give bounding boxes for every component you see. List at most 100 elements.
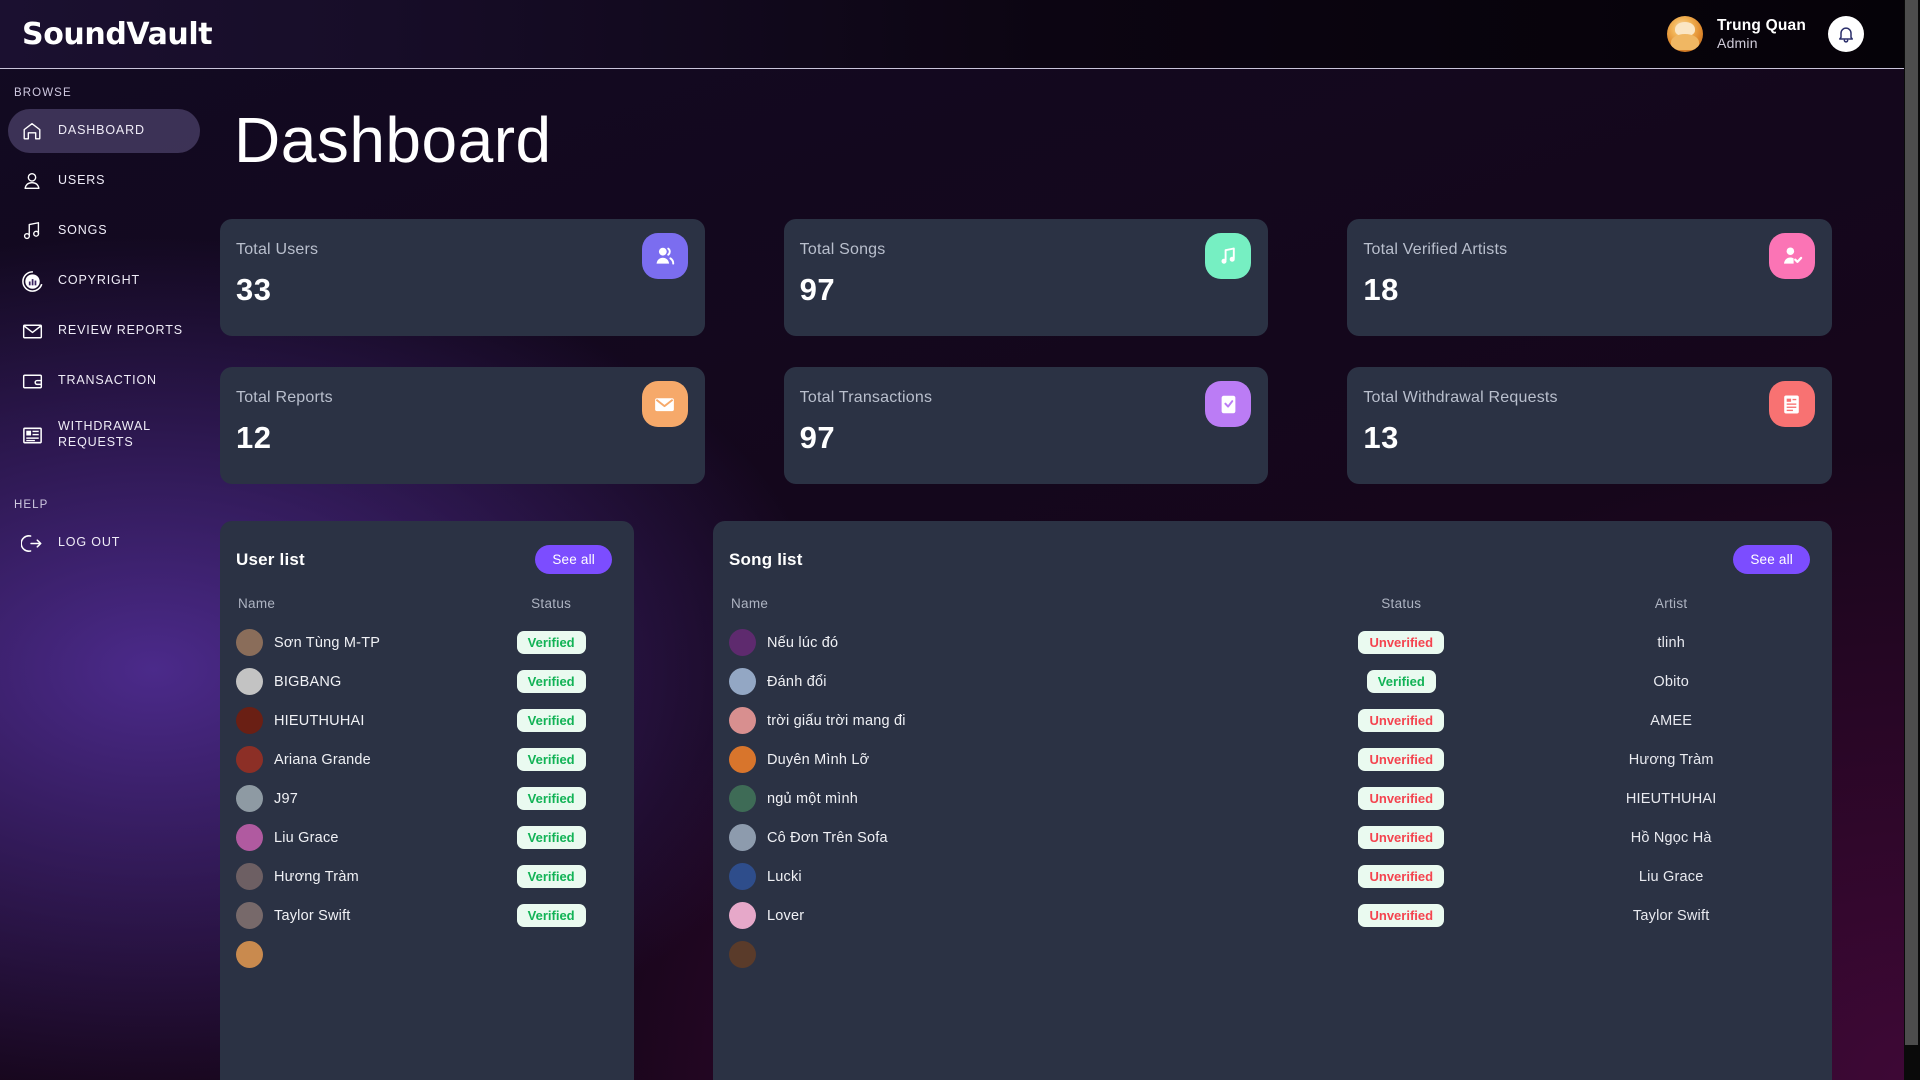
stat-label: Total Verified Artists bbox=[1363, 241, 1508, 258]
user-profile[interactable]: Trung Quan Admin bbox=[1667, 16, 1864, 52]
column-header-name: Name bbox=[731, 596, 769, 611]
song-cover bbox=[729, 746, 756, 773]
page-scrollbar-track[interactable] bbox=[1904, 0, 1920, 1080]
table-row[interactable]: Đánh đổi Verified Obito bbox=[729, 662, 1810, 701]
stat-card-total-songs[interactable]: Total Songs 97 bbox=[783, 219, 1269, 336]
song-list-see-all-button[interactable]: See all bbox=[1733, 545, 1810, 574]
column-header-status: Status bbox=[531, 596, 572, 611]
stat-label: Total Withdrawal Requests bbox=[1363, 389, 1558, 406]
profile-role: Admin bbox=[1717, 34, 1758, 51]
page-scrollbar-thumb[interactable] bbox=[1905, 0, 1918, 1045]
user-status-cell: Verified bbox=[490, 857, 612, 896]
avatar bbox=[236, 941, 263, 968]
notification-button[interactable] bbox=[1828, 16, 1864, 52]
table-row[interactable] bbox=[729, 935, 1810, 974]
user-list-see-all-button[interactable]: See all bbox=[535, 545, 612, 574]
sidebar-item-review-reports[interactable]: REVIEW REPORTS bbox=[8, 309, 200, 353]
wallet-icon bbox=[20, 369, 44, 393]
status-badge: Verified bbox=[516, 670, 586, 693]
table-row[interactable]: Lucki Unverified Liu Grace bbox=[729, 857, 1810, 896]
stat-card-total-users[interactable]: Total Users 33 bbox=[220, 219, 705, 336]
table-row[interactable]: Liu Grace Verified bbox=[236, 818, 612, 857]
sidebar-item-transaction[interactable]: TRANSACTION bbox=[8, 359, 200, 403]
status-badge: Verified bbox=[516, 631, 586, 654]
user-status-cell: Verified bbox=[490, 701, 612, 740]
user-name-cell: J97 bbox=[236, 779, 490, 818]
sidebar-item-log-out[interactable]: LOG OUT bbox=[8, 521, 200, 565]
table-row[interactable]: Lover Unverified Taylor Swift bbox=[729, 896, 1810, 935]
document-list-icon bbox=[20, 423, 44, 447]
song-cover bbox=[729, 707, 756, 734]
table-row[interactable]: Duyên Mình Lỡ Unverified Hương Tràm bbox=[729, 740, 1810, 779]
table-row[interactable]: Ariana Grande Verified bbox=[236, 740, 612, 779]
stat-value: 33 bbox=[236, 272, 272, 307]
song-cover bbox=[729, 824, 756, 851]
sidebar-item-label: WITHDRAWAL REQUESTS bbox=[58, 419, 151, 449]
sidebar-item-label: REVIEW REPORTS bbox=[58, 323, 183, 338]
table-row[interactable] bbox=[236, 935, 612, 974]
table-row[interactable]: BIGBANG Verified bbox=[236, 662, 612, 701]
table-row[interactable]: J97 Verified bbox=[236, 779, 612, 818]
avatar bbox=[236, 629, 263, 656]
sidebar-section-browse: BROWSE bbox=[14, 87, 72, 99]
song-list-panel: Song list See all Name Status Artist Nếu… bbox=[713, 521, 1832, 1080]
stat-value: 12 bbox=[236, 420, 272, 455]
song-cover bbox=[729, 863, 756, 890]
sidebar-item-users[interactable]: USERS bbox=[8, 159, 200, 203]
song-status-cell: Unverified bbox=[1270, 701, 1532, 740]
user-name-cell: Ariana Grande bbox=[236, 740, 490, 779]
table-row[interactable]: trời giấu trời mang đi Unverified AMEE bbox=[729, 701, 1810, 740]
song-name: Lucki bbox=[767, 868, 802, 885]
user-name: J97 bbox=[274, 790, 298, 807]
sidebar-item-songs[interactable]: SONGS bbox=[8, 209, 200, 253]
song-artist: tlinh bbox=[1657, 634, 1685, 651]
table-row[interactable]: HIEUTHUHAI Verified bbox=[236, 701, 612, 740]
song-artist: Hồ Ngọc Hà bbox=[1630, 829, 1712, 846]
avatar bbox=[236, 824, 263, 851]
main-content: Dashboard Total Users 33 Total Songs 97 bbox=[208, 69, 1904, 1080]
stat-card-total-withdrawal-requests[interactable]: Total Withdrawal Requests 13 bbox=[1347, 367, 1832, 484]
stat-card-total-reports[interactable]: Total Reports 12 bbox=[220, 367, 705, 484]
table-row[interactable]: Cô Đơn Trên Sofa Unverified Hồ Ngọc Hà bbox=[729, 818, 1810, 857]
user-status-cell: Verified bbox=[490, 623, 612, 662]
status-badge: Verified bbox=[516, 826, 586, 849]
music-note-icon bbox=[20, 219, 44, 243]
table-row[interactable]: Nếu lúc đó Unverified tlinh bbox=[729, 623, 1810, 662]
sidebar-item-dashboard[interactable]: DASHBOARD bbox=[8, 109, 200, 153]
table-row[interactable]: ngủ một mình Unverified HIEUTHUHAI bbox=[729, 779, 1810, 818]
song-name: Duyên Mình Lỡ bbox=[767, 751, 870, 768]
sidebar-nav: BROWSE DASHBOARD USERS SONGS COPYRIGHT R… bbox=[0, 69, 208, 1080]
user-status-cell bbox=[490, 935, 612, 974]
app-logo[interactable]: SoundVault bbox=[22, 17, 213, 52]
song-cover bbox=[729, 668, 756, 695]
song-list-table: Name Status Artist Nếu lúc đó Unverified t… bbox=[729, 596, 1810, 974]
column-header-artist: Artist bbox=[1654, 596, 1688, 611]
song-artist: Taylor Swift bbox=[1632, 907, 1710, 924]
column-header-status: Status bbox=[1381, 596, 1422, 611]
song-status-cell: Unverified bbox=[1270, 896, 1532, 935]
stat-card-total-transactions[interactable]: Total Transactions 97 bbox=[783, 367, 1269, 484]
song-status-cell bbox=[1270, 935, 1532, 974]
table-row[interactable]: Taylor Swift Verified bbox=[236, 896, 612, 935]
sidebar-item-label: SONGS bbox=[58, 223, 108, 238]
music-note-icon bbox=[1205, 233, 1252, 279]
table-row[interactable]: Hương Tràm Verified bbox=[236, 857, 612, 896]
sidebar-item-withdrawal-requests[interactable]: WITHDRAWAL REQUESTS bbox=[8, 409, 200, 461]
user-name-cell: HIEUTHUHAI bbox=[236, 701, 490, 740]
status-badge: Unverified bbox=[1358, 826, 1445, 849]
song-cover bbox=[729, 941, 756, 968]
status-badge: Unverified bbox=[1358, 709, 1445, 732]
sidebar-item-label: LOG OUT bbox=[58, 535, 121, 550]
status-badge: Unverified bbox=[1358, 865, 1445, 888]
dashboard-page: SoundVault Trung Quan Admin BROWSE DASHB… bbox=[0, 0, 1920, 1080]
stat-card-total-verified-artists[interactable]: Total Verified Artists 18 bbox=[1347, 219, 1832, 336]
table-row[interactable]: Sơn Tùng M-TP Verified bbox=[236, 623, 612, 662]
song-name: Đánh đổi bbox=[767, 673, 827, 690]
sidebar-item-label: USERS bbox=[58, 173, 106, 188]
avatar bbox=[236, 785, 263, 812]
user-name: HIEUTHUHAI bbox=[274, 712, 365, 729]
song-name-cell: Duyên Mình Lỡ bbox=[729, 740, 1270, 779]
user-name: BIGBANG bbox=[274, 673, 342, 690]
sidebar-item-copyright[interactable]: COPYRIGHT bbox=[8, 259, 200, 303]
song-status-cell: Unverified bbox=[1270, 818, 1532, 857]
